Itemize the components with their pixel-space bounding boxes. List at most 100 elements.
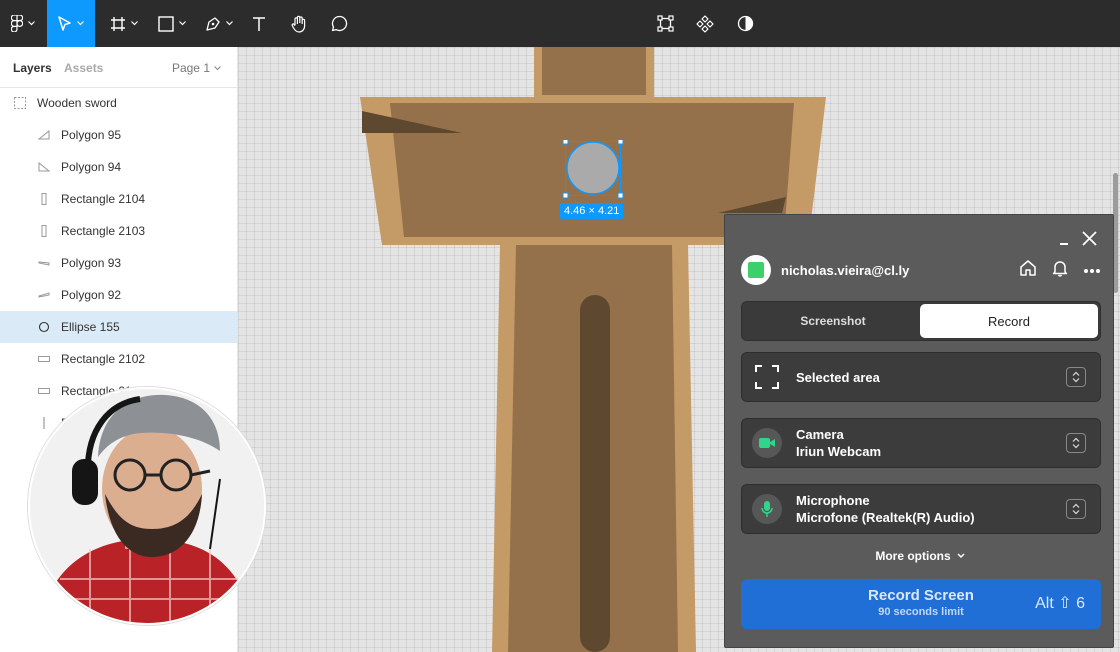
capture-area-label: Selected area bbox=[796, 369, 880, 386]
pen-tool-button[interactable] bbox=[200, 0, 238, 47]
panel-tabs: Layers Assets Page 1 bbox=[0, 47, 237, 88]
polygon-flat-icon bbox=[37, 256, 51, 270]
camera-icon bbox=[752, 428, 782, 458]
stepper-icon[interactable] bbox=[1066, 499, 1086, 519]
chevron-down-icon bbox=[28, 21, 35, 26]
avatar-mark bbox=[748, 262, 764, 278]
figma-logo-icon bbox=[11, 15, 23, 32]
rectangle-vertical-icon bbox=[37, 224, 51, 238]
rectangle-icon bbox=[37, 352, 51, 366]
ellipse-icon bbox=[37, 320, 51, 334]
microphone-select[interactable]: Microphone Microfone (Realtek(R) Audio) bbox=[741, 484, 1101, 534]
more-options-toggle[interactable]: More options bbox=[725, 549, 1115, 563]
pen-icon bbox=[206, 16, 220, 31]
microphone-icon bbox=[752, 494, 782, 524]
header-actions bbox=[1019, 255, 1101, 285]
stepper-icon[interactable] bbox=[1066, 433, 1086, 453]
record-screen-button[interactable]: Record Screen 90 seconds limit Alt ⇧ 6 bbox=[741, 579, 1101, 629]
group-dashed-icon bbox=[13, 96, 27, 110]
selection-size-badge: 4.46 × 4.21 bbox=[560, 203, 624, 219]
chevron-down-icon bbox=[77, 21, 84, 26]
rectangle-vertical-icon bbox=[37, 192, 51, 206]
record-mode-button[interactable]: Record bbox=[920, 304, 1098, 338]
minimize-icon bbox=[1060, 243, 1068, 245]
figma-menu-button[interactable] bbox=[4, 0, 42, 47]
layer-name: Wooden sword bbox=[37, 96, 117, 110]
comment-tool-button[interactable] bbox=[326, 0, 352, 47]
close-icon bbox=[1082, 231, 1097, 246]
transform-icon bbox=[656, 15, 674, 32]
microphone-device: Microfone (Realtek(R) Audio) bbox=[796, 510, 975, 525]
polygon-flat-icon bbox=[37, 288, 51, 302]
chevron-down-icon bbox=[131, 21, 138, 26]
layer-row[interactable]: Polygon 95 bbox=[0, 119, 237, 151]
layer-row[interactable]: Polygon 92 bbox=[0, 279, 237, 311]
layer-row[interactable]: Polygon 94 bbox=[0, 151, 237, 183]
page-selector-label: Page 1 bbox=[171, 61, 210, 75]
frame-icon bbox=[111, 16, 125, 31]
layer-name: Rectangle 2103 bbox=[61, 224, 146, 238]
chevron-down-icon bbox=[957, 553, 965, 559]
chevron-down-icon bbox=[226, 21, 233, 26]
record-hotkey: Alt ⇧ 6 bbox=[1035, 595, 1085, 612]
webcam-preview[interactable] bbox=[28, 387, 266, 625]
line-icon bbox=[37, 416, 51, 430]
comment-icon bbox=[331, 15, 347, 32]
bell-icon[interactable] bbox=[1051, 259, 1069, 282]
home-icon[interactable] bbox=[1019, 259, 1037, 282]
layer-row[interactable]: Polygon 93 bbox=[0, 247, 237, 279]
rectangle-icon bbox=[158, 15, 174, 32]
layer-name: Polygon 92 bbox=[61, 288, 122, 302]
layer-name: Polygon 94 bbox=[61, 160, 122, 174]
move-cursor-icon bbox=[58, 15, 71, 31]
camera-title: Camera bbox=[796, 427, 844, 442]
microphone-text: Microphone Microfone (Realtek(R) Audio) bbox=[796, 492, 975, 526]
camera-text: Camera Iriun Webcam bbox=[796, 426, 881, 460]
contrast-button[interactable] bbox=[732, 0, 758, 47]
stepper-icon[interactable] bbox=[1066, 367, 1086, 387]
layer-row[interactable]: Rectangle 2103 bbox=[0, 215, 237, 247]
layer-name: Rectangle 2102 bbox=[61, 352, 146, 366]
transform-button[interactable] bbox=[652, 0, 678, 47]
page-selector[interactable]: Page 1 bbox=[172, 61, 221, 75]
component-button[interactable] bbox=[692, 0, 718, 47]
user-row: nicholas.vieira@cl.ly bbox=[741, 255, 1101, 285]
layer-name: Ellipse 155 bbox=[61, 320, 120, 334]
microphone-title: Microphone bbox=[796, 493, 870, 508]
selection-area-icon bbox=[752, 362, 782, 392]
layer-row[interactable]: Rectangle 2104 bbox=[0, 183, 237, 215]
tab-assets[interactable]: Assets bbox=[64, 61, 103, 75]
capture-area-title: Selected area bbox=[796, 369, 880, 385]
more-options-label: More options bbox=[875, 549, 951, 563]
triangle-icon bbox=[37, 160, 51, 174]
rectangle-tool-button[interactable] bbox=[154, 0, 190, 47]
layer-row[interactable]: Wooden sword bbox=[0, 87, 237, 119]
avatar[interactable] bbox=[741, 255, 771, 285]
move-tool-button[interactable] bbox=[47, 0, 95, 47]
triangle-icon bbox=[37, 128, 51, 142]
chevron-down-icon bbox=[179, 21, 186, 26]
camera-device: Iriun Webcam bbox=[796, 444, 882, 459]
hand-icon bbox=[291, 15, 305, 33]
chevron-down-icon bbox=[214, 65, 221, 70]
capture-area-select[interactable]: Selected area bbox=[741, 352, 1101, 402]
layer-row[interactable]: Rectangle 2102 bbox=[0, 343, 237, 375]
user-email: nicholas.vieira@cl.ly bbox=[781, 262, 910, 278]
webcam-person-image bbox=[30, 389, 264, 623]
minimize-button[interactable] bbox=[1059, 233, 1069, 251]
toolbar bbox=[0, 0, 1120, 47]
camera-select[interactable]: Camera Iriun Webcam bbox=[741, 418, 1101, 468]
frame-tool-button[interactable] bbox=[106, 0, 142, 47]
hand-tool-button[interactable] bbox=[286, 0, 312, 47]
screenshot-mode-button[interactable]: Screenshot bbox=[744, 304, 922, 338]
layer-row-selected[interactable]: Ellipse 155 bbox=[0, 311, 237, 343]
tab-layers[interactable]: Layers bbox=[13, 61, 52, 75]
more-options-icon[interactable] bbox=[1083, 261, 1101, 279]
layer-name: Polygon 93 bbox=[61, 256, 122, 270]
ellipse-155-selection[interactable] bbox=[560, 140, 626, 200]
screen-recorder-panel: nicholas.vieira@cl.ly Screenshot Record … bbox=[724, 214, 1114, 648]
text-tool-button[interactable] bbox=[246, 0, 272, 47]
close-button[interactable] bbox=[1082, 231, 1097, 251]
layer-name: Polygon 95 bbox=[61, 128, 122, 142]
mode-switch: Screenshot Record bbox=[741, 301, 1101, 341]
